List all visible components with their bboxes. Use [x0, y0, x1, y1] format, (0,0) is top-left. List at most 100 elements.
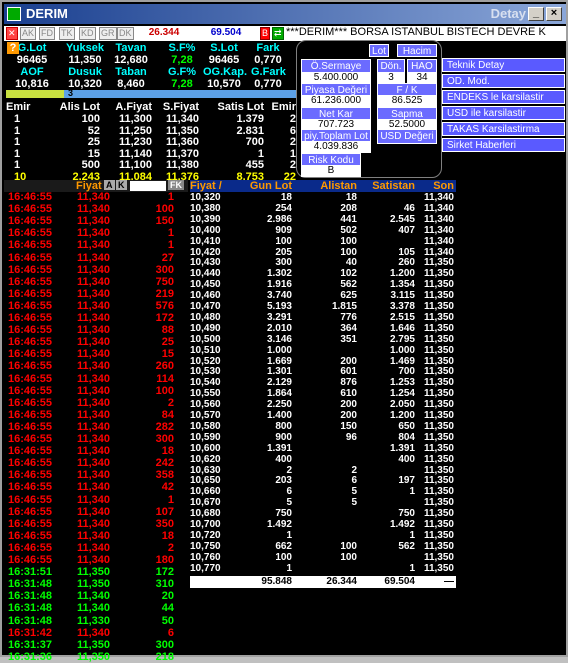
trade-lot: 18 — [161, 529, 174, 542]
price-cell: 10,580 — [190, 420, 221, 432]
depth-cell: 11,360 — [165, 136, 199, 149]
price-cell: 662 — [275, 540, 292, 552]
trades-filter-input[interactable] — [130, 181, 166, 191]
price-cell: 10,700 — [190, 519, 221, 530]
tool-button-gr[interactable]: GR — [99, 27, 117, 40]
lot-button[interactable]: Lot — [369, 44, 389, 57]
tool-button-fd[interactable]: FD — [39, 27, 55, 40]
price-cell: 10,490 — [190, 322, 221, 334]
trade-lot: 84 — [161, 408, 174, 421]
price-total: 26.344 — [326, 576, 357, 587]
trades-fk-button[interactable]: FK — [168, 180, 184, 190]
price-cell: 10,380 — [190, 202, 221, 214]
price-cell: 2.250 — [266, 399, 292, 411]
price-cell: 1.669 — [266, 355, 292, 367]
price-cell: 96 — [345, 431, 357, 443]
depth-cell: 455 — [245, 159, 264, 172]
side-button-5[interactable]: Sirket Haberleri — [442, 138, 565, 152]
trade-price: 11,340 — [76, 433, 110, 445]
price-cell: 10,540 — [190, 377, 221, 389]
side-button-2[interactable]: ENDEKS le karsilastir — [442, 90, 565, 104]
close-button[interactable]: × — [546, 7, 562, 21]
depth-header-1: Alis Lot — [59, 101, 100, 113]
summary-h1-4: S.Lot — [210, 42, 238, 54]
depth-cell: 1 — [14, 124, 21, 137]
price-cell: 1.302 — [266, 268, 292, 280]
price-cell: 10,760 — [190, 551, 221, 563]
trade-time: 16:46:55 — [8, 227, 53, 240]
side-button-3[interactable]: USD ile karsilastir — [442, 106, 565, 120]
price-cell: 1 — [286, 562, 292, 574]
hacim-button[interactable]: Hacim — [397, 44, 437, 57]
price-cell: 1.200 — [389, 410, 415, 421]
price-cell: 11,350 — [423, 431, 454, 443]
depth-cell: 1 — [14, 159, 21, 172]
price-cell: 100 — [275, 551, 292, 563]
trade-lot: 750 — [155, 275, 174, 288]
price-cell: 351 — [340, 333, 357, 345]
trade-lot: 172 — [155, 566, 174, 579]
price-cell: 5.193 — [266, 301, 292, 312]
price-cell: 11,340 — [423, 192, 454, 203]
price-cell: 1.492 — [389, 519, 415, 530]
price-cell: 205 — [275, 246, 292, 258]
tool-button-kd[interactable]: KD — [79, 27, 96, 40]
price-cell: 11,350 — [423, 311, 454, 323]
trade-time: 16:31:42 — [8, 626, 53, 639]
price-cell: 601 — [340, 366, 357, 378]
depth-cell: 11,230 — [118, 136, 152, 149]
price-cell: 11,350 — [423, 410, 454, 421]
price-cell: 200 — [340, 410, 357, 421]
price-cell: 200 — [340, 399, 357, 411]
help-icon[interactable]: ? — [7, 42, 19, 54]
price-cell: 2.545 — [389, 213, 415, 225]
price-cell: 11,350 — [423, 519, 454, 530]
summary-v2-0: 10,816 — [15, 78, 49, 90]
price-cell: 1.916 — [266, 279, 292, 291]
tool-button-tk[interactable]: TK — [59, 27, 75, 40]
trade-time: 16:46:55 — [8, 433, 53, 445]
b-button[interactable]: B — [260, 27, 271, 40]
trade-time: 16:46:55 — [8, 324, 53, 337]
tool-button-ak[interactable]: AK — [20, 27, 37, 40]
depth-cell: 11,350 — [165, 124, 199, 137]
trade-price: 11,340 — [76, 517, 110, 530]
side-button-4[interactable]: TAKAS Karsilastirma — [442, 122, 565, 136]
close-x-icon[interactable]: ✕ — [6, 27, 18, 40]
summary-v2-5: 0,770 — [254, 78, 282, 90]
price-cell: 2.050 — [389, 399, 415, 411]
trades-k-button[interactable]: K — [116, 180, 127, 190]
trade-time: 16:46:55 — [8, 348, 53, 361]
price-cell: 2 — [286, 464, 292, 476]
refresh-icon[interactable]: ⇄ — [272, 27, 284, 40]
price-cell: 100 — [340, 235, 357, 247]
price-cell: 300 — [275, 257, 292, 269]
trade-lot: 20 — [161, 590, 174, 603]
trade-lot: 300 — [155, 263, 174, 276]
price-header-1: Gun Lot — [249, 180, 292, 192]
trade-time: 16:46:55 — [8, 481, 53, 494]
price-cell: 10,590 — [190, 431, 221, 443]
price-header-3: Satistan — [372, 180, 415, 192]
trade-time: 16:46:55 — [8, 372, 53, 385]
trade-lot: 260 — [155, 360, 174, 373]
side-button-1[interactable]: OD. Mod. — [442, 74, 565, 88]
price-cell: 10,410 — [190, 235, 221, 247]
price-cell: 46 — [403, 202, 415, 214]
trade-price: 11,340 — [76, 360, 110, 373]
depth-cell: 11,300 — [118, 113, 152, 125]
price-cell: 750 — [398, 508, 415, 520]
price-cell: 1.391 — [266, 442, 292, 454]
summary-v2-2: 8,460 — [117, 78, 145, 90]
trades-a-button[interactable]: A — [104, 180, 115, 190]
title-bar[interactable]: DERIM Detay _ × — [4, 4, 566, 24]
tool-button-dk[interactable]: DK — [117, 27, 134, 40]
minimize-button[interactable]: _ — [528, 7, 544, 21]
price-total: 95.848 — [261, 576, 292, 587]
depth-cell: 11,370 — [165, 147, 199, 160]
trade-price: 11,340 — [76, 602, 110, 615]
side-button-0[interactable]: Teknik Detay — [442, 58, 565, 72]
trade-time: 16:46:55 — [8, 215, 53, 228]
summary-v1-2: 12,680 — [114, 54, 148, 66]
price-cell: 11,350 — [423, 377, 454, 389]
